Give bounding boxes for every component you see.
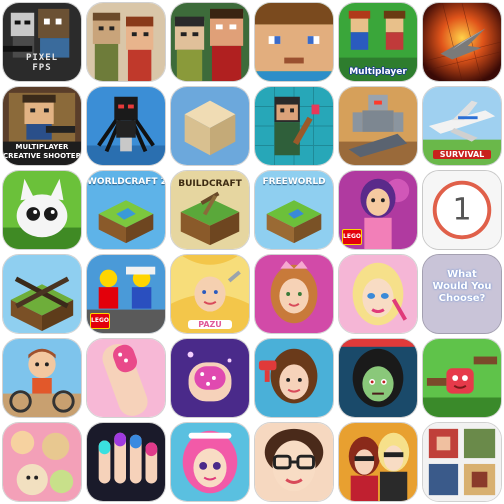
app-icon-buildcraft[interactable]: BUILDCRAFT (170, 170, 250, 250)
pazu-salon-artwork (171, 255, 249, 333)
creative-shooter-artwork (3, 87, 81, 165)
pixel-fps-artwork (3, 3, 81, 81)
blocky-duo-artwork (87, 3, 165, 81)
fashion-duo-artwork (339, 423, 417, 501)
app-icon-fashion-duo[interactable] (338, 422, 418, 502)
app-icon-toy-shop[interactable] (2, 422, 82, 502)
app-icon-sand-block[interactable] (170, 86, 250, 166)
neon-nails-artwork (87, 423, 165, 501)
fire-plane-artwork (423, 3, 501, 81)
princess-makeover-artwork (255, 255, 333, 333)
app-icon-glasses-girl[interactable] (254, 422, 334, 502)
app-icon-pink-hair-girl[interactable] (170, 422, 250, 502)
multiplayer-pixels-artwork (339, 3, 417, 81)
robot-attack-artwork (339, 87, 417, 165)
painter-skin-artwork (255, 87, 333, 165)
app-icon-jelly-jump[interactable] (422, 338, 502, 418)
app-icon-hair-dryer-girl[interactable] (254, 338, 334, 418)
buildcraft-artwork (171, 171, 249, 249)
app-icon-multiplayer-pixels[interactable]: Multiplayer (338, 2, 418, 82)
app-icon-painter-skin[interactable] (254, 86, 334, 166)
worldcraft-2-artwork (87, 171, 165, 249)
block-heroes-artwork (171, 3, 249, 81)
app-icon-fire-plane[interactable] (422, 2, 502, 82)
app-icon-worldcraft-2[interactable]: WORLDCRAFT 2 (86, 170, 166, 250)
app-icon-neon-nails[interactable] (86, 422, 166, 502)
app-icon-glitter-nails[interactable] (170, 338, 250, 418)
pink-hair-girl-artwork (171, 423, 249, 501)
app-icon-plane-survival[interactable]: SURVIVAL (422, 86, 502, 166)
nail-salon-artwork (87, 339, 165, 417)
app-icon-number-one[interactable]: 1 (422, 170, 502, 250)
app-icon-blonde-makeup[interactable] (338, 254, 418, 334)
app-icon-zombie-girl[interactable] (338, 338, 418, 418)
freeworld-artwork (255, 171, 333, 249)
app-icon-blocky-duo[interactable] (86, 2, 166, 82)
zombie-girl-artwork (339, 339, 417, 417)
app-icon-nail-salon[interactable] (86, 338, 166, 418)
toy-shop-artwork (3, 423, 81, 501)
plane-survival-artwork (423, 87, 501, 165)
blonde-makeup-artwork (339, 255, 417, 333)
lego-badge: LEGO (342, 229, 362, 245)
app-icon-skin-face[interactable] (254, 2, 334, 82)
jelly-jump-artwork (423, 339, 501, 417)
app-icon-furry-creature[interactable] (2, 170, 82, 250)
app-icon-pixel-fps[interactable]: PIXEL FPS (2, 2, 82, 82)
app-icon-spider-skin[interactable] (86, 86, 166, 166)
app-icon-multiplayer-creative-shooter[interactable]: MULTIPLAYER CREATIVE SHOOTER (2, 86, 82, 166)
app-icon-grid: PIXEL FPS Multiplayer MULTIPLAYER CREATI… (0, 0, 504, 504)
lego-badge: LEGO (90, 313, 110, 329)
glasses-girl-artwork (255, 423, 333, 501)
crossed-rifles-artwork (3, 255, 81, 333)
boy-bike-artwork (3, 339, 81, 417)
would-you-choose-artwork (423, 255, 501, 333)
spider-skin-artwork (87, 87, 165, 165)
sand-block-artwork (171, 87, 249, 165)
app-icon-lego-friends-singer[interactable]: LEGO (338, 170, 418, 250)
skin-face-artwork (255, 3, 333, 81)
app-icon-photo-collage[interactable] (422, 422, 502, 502)
app-icon-crossed-rifles[interactable] (2, 254, 82, 334)
app-icon-would-you-choose[interactable]: What Would You Choose? (422, 254, 502, 334)
number-one-artwork (423, 171, 501, 249)
app-icon-lego-city[interactable]: LEGO (86, 254, 166, 334)
photo-collage-artwork (423, 423, 501, 501)
app-icon-freeworld[interactable]: FREEWORLD (254, 170, 334, 250)
furry-creature-artwork (3, 171, 81, 249)
app-icon-princess-makeover[interactable] (254, 254, 334, 334)
app-icon-block-heroes[interactable] (170, 2, 250, 82)
app-icon-boy-bike[interactable] (2, 338, 82, 418)
app-icon-pazu-salon[interactable]: PAZU (170, 254, 250, 334)
glitter-nails-artwork (171, 339, 249, 417)
app-icon-robot-attack[interactable] (338, 86, 418, 166)
hair-dryer-girl-artwork (255, 339, 333, 417)
